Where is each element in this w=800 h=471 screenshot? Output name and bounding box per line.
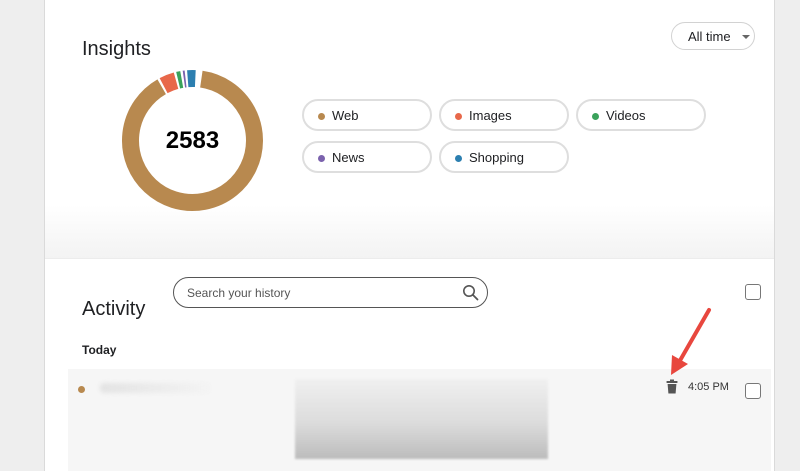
history-page-card: Insights All time 2583 Web Images Videos…: [44, 0, 775, 471]
category-dot-icon: [78, 386, 85, 393]
activity-title: Activity: [82, 297, 146, 320]
select-all-checkbox[interactable]: [745, 284, 761, 300]
filter-chip-news[interactable]: News: [302, 141, 432, 173]
row-checkbox[interactable]: [745, 383, 761, 399]
section-divider: [45, 258, 774, 259]
chip-label: News: [332, 150, 365, 165]
filter-chip-web[interactable]: Web: [302, 99, 432, 131]
search-history-box[interactable]: [173, 277, 488, 308]
filter-chip-videos[interactable]: Videos: [576, 99, 706, 131]
visit-time: 4:05 PM: [688, 381, 729, 393]
time-range-selected: All time: [688, 29, 731, 44]
trash-icon[interactable]: [666, 379, 678, 394]
total-searches-count: 2583: [165, 126, 220, 154]
history-row[interactable]: 4:05 PM: [68, 369, 771, 471]
shopping-dot-icon: [455, 155, 462, 162]
chip-label: Shopping: [469, 150, 524, 165]
web-dot-icon: [318, 113, 325, 120]
filter-chip-images[interactable]: Images: [439, 99, 569, 131]
chip-label: Videos: [606, 108, 646, 123]
news-dot-icon: [318, 155, 325, 162]
redacted-thumbnail: [295, 379, 548, 459]
images-dot-icon: [455, 113, 462, 120]
filter-chip-shopping[interactable]: Shopping: [439, 141, 569, 173]
time-range-dropdown[interactable]: All time: [671, 22, 755, 50]
chip-label: Web: [332, 108, 359, 123]
search-history-input[interactable]: [187, 284, 447, 302]
insights-section: Insights All time 2583 Web Images Videos…: [45, 0, 774, 258]
chip-label: Images: [469, 108, 512, 123]
search-icon[interactable]: [462, 284, 479, 301]
insights-title: Insights: [82, 37, 151, 60]
videos-dot-icon: [592, 113, 599, 120]
caret-down-icon: [742, 35, 750, 39]
date-group-label: Today: [82, 343, 117, 357]
redacted-page-title: [100, 383, 210, 393]
